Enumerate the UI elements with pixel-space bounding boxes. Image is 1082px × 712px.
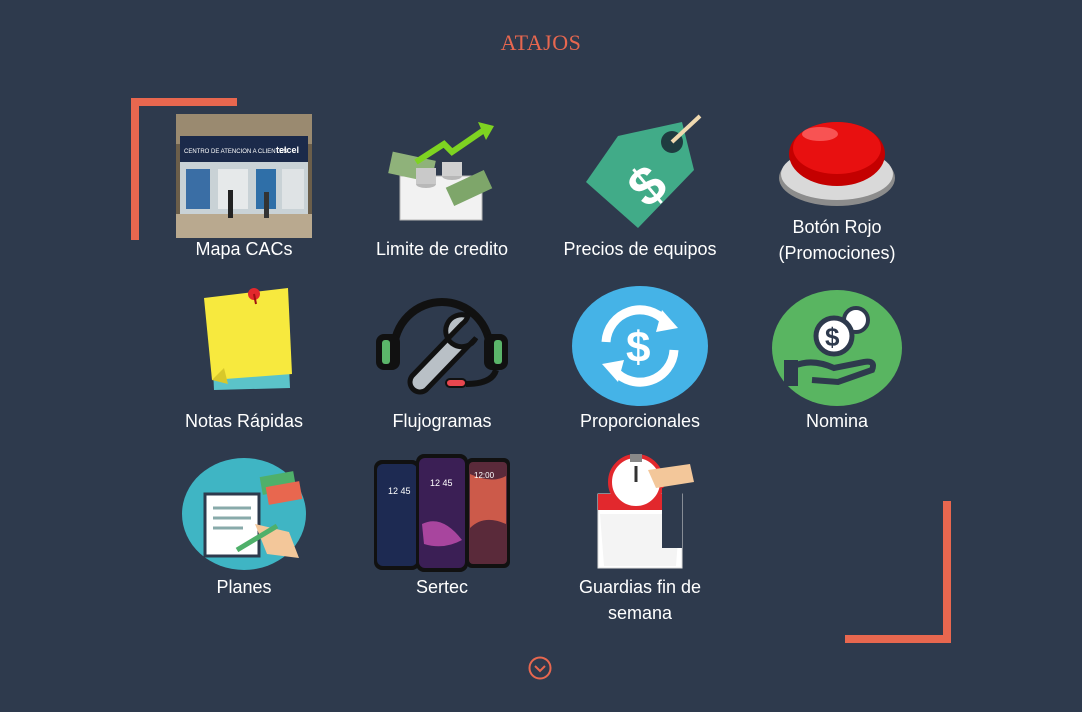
tile-label: Planes — [216, 577, 272, 597]
smartphones-icon: 12 45 12 45 12:00 — [374, 454, 510, 572]
svg-text:12 45: 12 45 — [388, 486, 411, 496]
price-tag-icon: $ — [586, 114, 702, 228]
sticky-note-icon — [204, 288, 292, 390]
shortcut-proporcionales[interactable]: $ Proporcionales — [550, 284, 730, 434]
svg-text:12:00: 12:00 — [474, 471, 495, 480]
store-photo: CENTRO DE ATENCION A CLIENTES telcel — [176, 114, 312, 238]
tile-label: Notas Rápidas — [184, 411, 304, 431]
svg-text:telcel: telcel — [276, 145, 299, 155]
tile-label: Botón Rojo (Promociones) — [778, 217, 896, 263]
shortcut-mapa-cacs[interactable]: CENTRO DE ATENCION A CLIENTES telcel Map… — [154, 112, 334, 262]
svg-text:$: $ — [626, 323, 650, 372]
svg-text:$: $ — [825, 322, 840, 352]
tile-label: Limite de credito — [375, 239, 509, 259]
shortcut-flujogramas[interactable]: Flujogramas — [352, 284, 532, 434]
shortcut-boton-rojo[interactable]: Botón Rojo (Promociones) — [747, 112, 927, 272]
shortcut-nomina[interactable]: $ Nomina — [747, 284, 927, 434]
stopwatch-calendar-icon — [597, 454, 694, 569]
shortcut-sertec[interactable]: 12 45 12 45 12:00 Sertec — [352, 452, 532, 602]
shortcut-precios-equipos[interactable]: $ Precios de equipos — [550, 112, 730, 262]
contract-signing-icon — [182, 458, 306, 570]
shortcut-planes[interactable]: Planes — [154, 452, 334, 602]
svg-text:CENTRO DE ATENCION A CLIENTES: CENTRO DE ATENCION A CLIENTES — [184, 149, 287, 155]
shortcut-notas-rapidas[interactable]: Notas Rápidas — [154, 284, 334, 434]
shortcut-limite-credito[interactable]: Limite de credito — [352, 112, 532, 262]
headset-wrench-icon — [376, 298, 508, 395]
money-growth-icon — [388, 122, 494, 221]
chevron-down-circle-icon[interactable] — [528, 656, 552, 680]
shortcut-guardias[interactable]: Guardias fin de semana — [550, 452, 730, 627]
svg-text:12 45: 12 45 — [430, 478, 453, 488]
tile-label: Flujogramas — [392, 411, 492, 431]
tile-label: Precios de equipos — [563, 239, 717, 259]
page-title: ATAJOS — [500, 30, 582, 55]
tile-label: Nomina — [805, 411, 869, 431]
tile-label: Sertec — [415, 577, 469, 597]
tile-label: Proporcionales — [579, 411, 701, 431]
tile-label: Mapa CACs — [195, 239, 293, 259]
tile-label: Guardias fin de semana — [578, 577, 702, 623]
hand-money-icon: $ — [772, 290, 902, 406]
red-button-icon — [779, 122, 895, 206]
dollar-exchange-icon: $ — [572, 286, 708, 406]
